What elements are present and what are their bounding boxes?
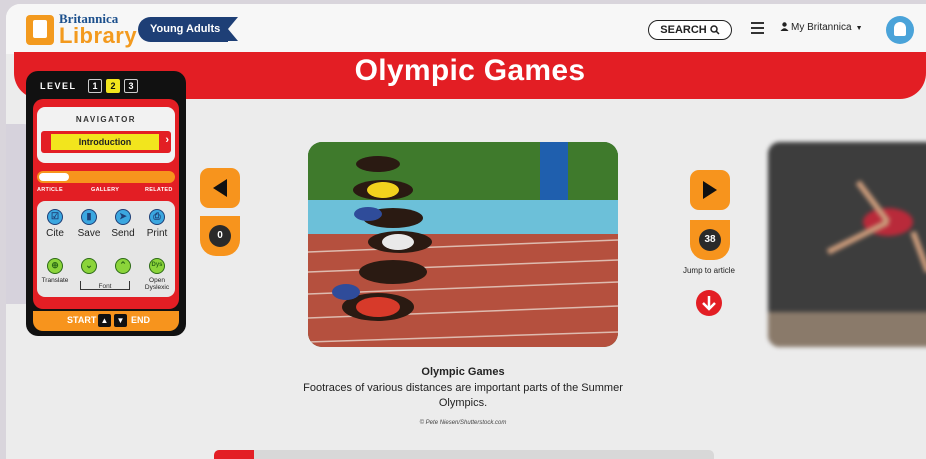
translate-button[interactable]: ⊕ Translate (38, 258, 72, 284)
article-section-bar (214, 450, 714, 459)
end-label: END (131, 315, 151, 325)
dyslexic-icon: Dys (149, 258, 165, 274)
level-3-button[interactable]: 3 (124, 79, 138, 93)
my-britannica-label: My Britannica (791, 22, 852, 33)
logo-text-bottom: Library (59, 23, 138, 48)
down-arrow-icon (702, 296, 716, 311)
start-label: START (67, 315, 97, 325)
prev-count: 0 (209, 225, 231, 247)
section-marker (214, 450, 254, 459)
progress-thumb[interactable] (39, 173, 69, 181)
send-icon: ➤ (115, 209, 131, 225)
font-increase-icon: ⌃ (115, 258, 131, 274)
prev-count-badge: 0 (200, 216, 240, 256)
caption-title: Olympic Games (421, 366, 505, 378)
chevron-down-icon: ▼ (855, 25, 863, 32)
globe-icon[interactable] (886, 16, 914, 44)
image-credit: © Pete Niesen/Shutterstock.com (419, 420, 507, 426)
jump-start-button[interactable]: ▲ (98, 314, 111, 327)
caption-text: Footraces of various distances are impor… (303, 382, 623, 409)
tab-related[interactable]: RELATED (145, 187, 173, 193)
next-arrow-icon (703, 181, 717, 199)
save-label: Save (77, 228, 101, 239)
audience-badge[interactable]: Young Adults (138, 17, 238, 42)
cite-icon: ☑ (47, 209, 63, 225)
navigator-box: NAVIGATOR Introduction › (37, 107, 175, 163)
britannica-logo[interactable]: Britannica Library (26, 10, 138, 50)
next-image-button[interactable] (690, 170, 730, 210)
level-2-button[interactable]: 2 (106, 79, 120, 93)
tab-gallery[interactable]: GALLERY (91, 187, 119, 193)
top-bar: Britannica Library Young Adults SEARCH M… (6, 4, 926, 54)
chevron-right-icon: › (165, 134, 169, 146)
my-britannica-menu[interactable]: My Britannica ▼ (780, 22, 863, 33)
gallery-main-image[interactable] (308, 142, 618, 347)
print-button[interactable]: ⎙ Print (140, 209, 174, 239)
navigator-footer: START ▲ ▼ END (33, 311, 179, 331)
send-label: Send (111, 228, 135, 239)
book-logo-icon (26, 15, 54, 45)
section-label: Introduction (51, 134, 159, 150)
search-icon (709, 25, 720, 35)
prev-arrow-icon (213, 179, 227, 197)
print-label: Print (146, 228, 168, 239)
jump-end-button[interactable]: ▼ (114, 314, 127, 327)
translate-label: Translate (41, 277, 69, 284)
open-dyslexic-label: Open Dyslexic (144, 277, 170, 291)
prev-image-button[interactable] (200, 168, 240, 208)
user-icon (780, 22, 789, 31)
send-button[interactable]: ➤ Send (106, 209, 140, 239)
font-decrease-icon: ⌄ (81, 258, 97, 274)
tab-article[interactable]: ARTICLE (37, 187, 63, 193)
tool-grid: ☑ Cite ▮ Save ➤ Send ⎙ Print ⊕ Translate… (37, 201, 175, 297)
app-window: Britannica Library Young Adults SEARCH M… (6, 4, 926, 459)
search-button[interactable]: SEARCH (648, 20, 732, 40)
font-label: Font (80, 281, 130, 290)
menu-icon[interactable] (751, 22, 764, 34)
section-selector[interactable]: Introduction › (41, 131, 171, 153)
font-increase-button[interactable]: ⌃ (106, 258, 140, 274)
gymnast-photo (768, 142, 926, 347)
print-icon: ⎙ (149, 209, 165, 225)
cite-label: Cite (46, 228, 64, 239)
sprinters-photo (308, 142, 618, 347)
level-label: LEVEL (40, 81, 77, 91)
translate-icon: ⊕ (47, 258, 63, 274)
level-1-button[interactable]: 1 (88, 79, 102, 93)
next-count-badge: 38 (690, 220, 730, 260)
jump-to-article-button[interactable] (696, 290, 722, 316)
navigator-panel: LEVEL 1 2 3 NAVIGATOR Introduction › ART… (26, 71, 186, 336)
save-button[interactable]: ▮ Save (72, 209, 106, 239)
cite-button[interactable]: ☑ Cite (38, 209, 72, 239)
next-image-preview[interactable] (768, 142, 926, 347)
search-label: SEARCH (660, 24, 707, 36)
jump-to-article-label: Jump to article (682, 266, 736, 275)
open-dyslexic-button[interactable]: Dys Open Dyslexic (140, 258, 174, 291)
font-decrease-button[interactable]: ⌄ (72, 258, 106, 274)
navigator-heading: NAVIGATOR (75, 115, 137, 124)
article-progress-slider[interactable] (37, 171, 175, 183)
save-icon: ▮ (81, 209, 97, 225)
next-count: 38 (699, 229, 721, 251)
